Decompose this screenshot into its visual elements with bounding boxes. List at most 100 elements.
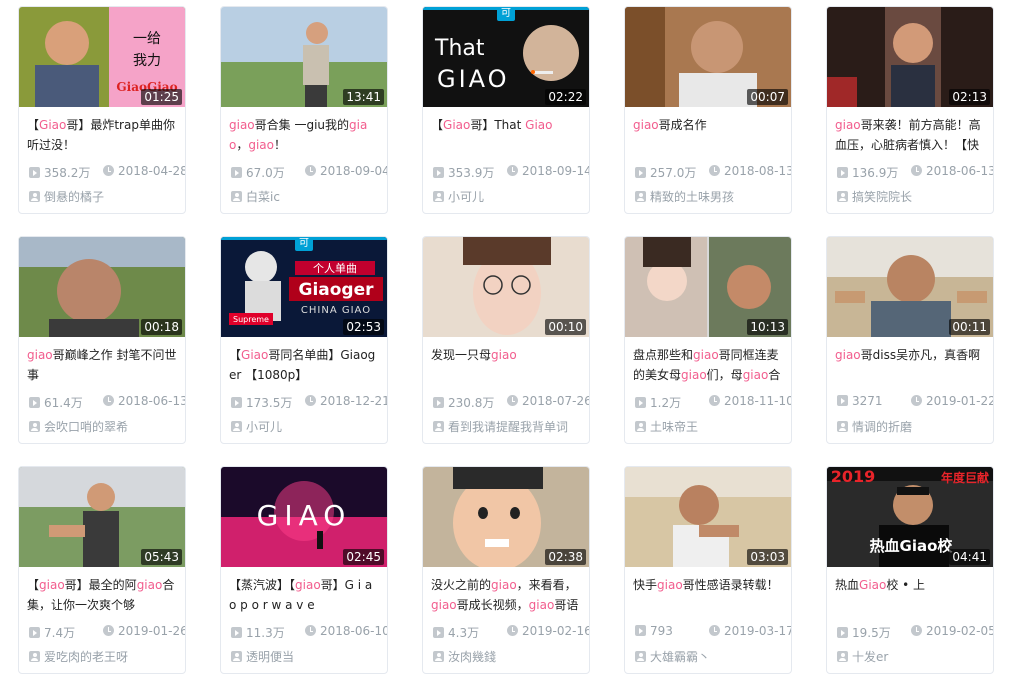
video-thumbnail[interactable]: 2019 年度巨献 热血Giao校 04:41 — [827, 467, 993, 567]
video-card[interactable]: 10:13 盘点那些和giao哥同框连麦的美女母giao们，母giao合 1.2万 2… — [624, 236, 792, 444]
title-keyword-highlight: Giao — [525, 118, 553, 132]
uploader-link[interactable]: 情调的折磨 — [837, 418, 912, 434]
title-text: 哥语 — [554, 598, 579, 612]
video-title[interactable]: giao哥diss吴亦凡，真香啊 — [835, 345, 985, 385]
title-keyword-highlight: giao — [633, 118, 659, 132]
duration-badge: 00:07 — [747, 89, 788, 105]
upload-date-text: 2019-01-26 — [118, 624, 186, 638]
title-keyword-highlight: giao — [27, 348, 53, 362]
uploader-link[interactable]: 倒悬的橘子 — [29, 188, 104, 204]
video-card[interactable]: 00:07 giao哥成名作 257.0万 2018-08-13 精致的土味男孩 — [624, 6, 792, 214]
video-title[interactable]: giao哥合集 一giu我的giao，giao！ — [229, 115, 379, 155]
video-card[interactable]: 02:38 没火之前的giao，来看看，giao哥成长视频，giao哥语 4.3万 2… — [422, 466, 590, 674]
video-meta: 257.0万 2018-08-13 — [635, 164, 791, 180]
thumbnail-text: 2019 — [831, 467, 876, 486]
video-title[interactable]: giao哥巅峰之作 封笔不问世事 — [27, 345, 177, 385]
view-count-text: 353.9万 — [448, 166, 495, 180]
video-thumbnail[interactable]: 个人单曲 Giaoger CHINA GIAO Supreme 可 02:53 — [221, 237, 387, 337]
upload-date: 2018-06-13 — [911, 164, 993, 178]
clock-icon — [103, 625, 114, 636]
video-thumbnail[interactable]: 13:41 — [221, 7, 387, 107]
video-card[interactable]: GIAO 02:45 【蒸汽波】【giao哥】G i a o p o r w a v… — [220, 466, 388, 674]
upload-date: 2019-02-16 — [507, 624, 589, 638]
title-keyword-highlight: giao — [657, 578, 683, 592]
video-title[interactable]: 【Giao哥同名单曲】Giaoger 【1080p】 — [229, 345, 379, 385]
video-title[interactable]: 发现一只母giao — [431, 345, 581, 385]
uploader-link[interactable]: 搞笑院院长 — [837, 188, 912, 204]
video-card[interactable]: 13:41 giao哥合集 一giu我的giao，giao！ 67.0万 2018-0… — [220, 6, 388, 214]
video-card[interactable]: 00:10 发现一只母giao 230.8万 2018-07-26 看到我请提醒我背单词 — [422, 236, 590, 444]
uploader-link[interactable]: 汝肉幾錢 — [433, 648, 496, 664]
video-thumbnail[interactable]: 00:18 — [19, 237, 185, 337]
video-title[interactable]: 快手giao哥性感语录转载！ — [633, 575, 783, 615]
title-keyword-highlight: giao — [229, 118, 255, 132]
upload-date-text: 2018-09-04 — [320, 164, 388, 178]
uploader-link[interactable]: 会吹口哨的翠希 — [29, 418, 128, 434]
title-keyword-highlight: giao — [136, 578, 163, 592]
video-thumbnail[interactable]: 00:10 — [423, 237, 589, 337]
video-title[interactable]: 【Giao哥】That Giao — [431, 115, 581, 155]
uploader-link[interactable]: 大雄霸霸丶 — [635, 648, 710, 664]
uploader-icon — [433, 191, 444, 202]
play-count-icon — [29, 627, 40, 638]
uploader-link[interactable]: 小可儿 — [231, 418, 282, 434]
video-card[interactable]: 2019 年度巨献 热血Giao校 04:41 热血Giao校 • 上 19.5万 2019… — [826, 466, 994, 674]
video-card[interactable]: That GIAO 可 02:22 【Giao哥】That Giao 353.9万 2018… — [422, 6, 590, 214]
view-count-text: 4.3万 — [448, 626, 480, 640]
uploader-link[interactable]: 爱吃肉的老王呀 — [29, 648, 128, 664]
uploader-link[interactable]: 十发er — [837, 648, 888, 664]
video-meta: 173.5万 2018-12-21 — [231, 394, 387, 410]
upload-date: 2018-11-10 — [709, 394, 791, 408]
title-keyword-highlight: giao — [835, 118, 861, 132]
video-card[interactable]: 一给 我力 GiaoGiao 01:25 【Giao哥】最炸trap单曲你听过没！ 358… — [18, 6, 186, 214]
ke-badge: 可 — [497, 7, 515, 21]
uploader-link[interactable]: 土味帝王 — [635, 418, 698, 434]
title-keyword-highlight: giao — [491, 578, 517, 592]
title-keyword-highlight: Giao — [39, 118, 67, 132]
video-thumbnail[interactable]: 10:13 — [625, 237, 791, 337]
uploader-name: 小可儿 — [246, 420, 283, 434]
video-meta: 358.2万 2018-04-28 — [29, 164, 185, 180]
view-count: 793 — [635, 624, 673, 638]
video-title[interactable]: 盘点那些和giao哥同框连麦的美女母giao们，母giao合 — [633, 345, 783, 385]
video-card[interactable]: 02:13 giao哥来袭！前方高能！高血压，心脏病者慎入！【快 136.9万 201… — [826, 6, 994, 214]
title-keyword-highlight: giao — [39, 578, 65, 592]
view-count-text: 1.2万 — [650, 396, 682, 410]
video-card[interactable]: 03:03 快手giao哥性感语录转载！ 793 2019-03-17 大雄霸霸丶 — [624, 466, 792, 674]
clock-icon — [507, 165, 518, 176]
upload-date-text: 2018-04-28 — [118, 164, 186, 178]
uploader-icon — [231, 651, 242, 662]
video-thumbnail[interactable]: 00:07 — [625, 7, 791, 107]
video-card[interactable]: 00:11 giao哥diss吴亦凡，真香啊 3271 2019-01-22 情调的折磨 — [826, 236, 994, 444]
video-title[interactable]: 【giao哥】最全的阿giao合集，让你一次爽个够 — [27, 575, 177, 615]
video-meta: 61.4万 2018-06-13 — [29, 394, 185, 410]
upload-date: 2018-08-13 — [709, 164, 791, 178]
video-thumbnail[interactable]: That GIAO 可 02:22 — [423, 7, 589, 107]
video-title[interactable]: giao哥来袭！前方高能！高血压，心脏病者慎入！【快 — [835, 115, 985, 155]
video-meta: 793 2019-03-17 — [635, 624, 791, 640]
uploader-link[interactable]: 看到我请提醒我背单词 — [433, 418, 568, 434]
video-thumbnail[interactable]: 05:43 — [19, 467, 185, 567]
video-card[interactable]: 00:18 giao哥巅峰之作 封笔不问世事 61.4万 2018-06-13 会吹口哨… — [18, 236, 186, 444]
video-thumbnail[interactable]: 00:11 — [827, 237, 993, 337]
video-title[interactable]: 没火之前的giao，来看看，giao哥成长视频，giao哥语 — [431, 575, 581, 615]
video-thumbnail[interactable]: 一给 我力 GiaoGiao 01:25 — [19, 7, 185, 107]
video-thumbnail[interactable]: GIAO 02:45 — [221, 467, 387, 567]
thumbnail-text: 热血Giao校 — [870, 537, 954, 555]
uploader-link[interactable]: 小可儿 — [433, 188, 484, 204]
video-title[interactable]: giao哥成名作 — [633, 115, 783, 155]
video-title[interactable]: 热血Giao校 • 上 — [835, 575, 985, 615]
video-meta: 4.3万 2019-02-16 — [433, 624, 589, 640]
video-thumbnail[interactable]: 02:13 — [827, 7, 993, 107]
uploader-link[interactable]: 精致的土味男孩 — [635, 188, 734, 204]
uploader-link[interactable]: 白菜ic — [231, 188, 280, 204]
video-card[interactable]: 05:43 【giao哥】最全的阿giao合集，让你一次爽个够 7.4万 2019-0… — [18, 466, 186, 674]
uploader-link[interactable]: 透明便当 — [231, 648, 294, 664]
video-thumbnail[interactable]: 03:03 — [625, 467, 791, 567]
clock-icon — [709, 395, 720, 406]
title-keyword-highlight: giao — [491, 348, 517, 362]
video-card[interactable]: 个人单曲 Giaoger CHINA GIAO Supreme 可 02:53 【Giao哥… — [220, 236, 388, 444]
video-thumbnail[interactable]: 02:38 — [423, 467, 589, 567]
video-title[interactable]: 【Giao哥】最炸trap单曲你听过没！ — [27, 115, 177, 155]
video-title[interactable]: 【蒸汽波】【giao哥】G i a o p o r w a v e — [229, 575, 379, 615]
